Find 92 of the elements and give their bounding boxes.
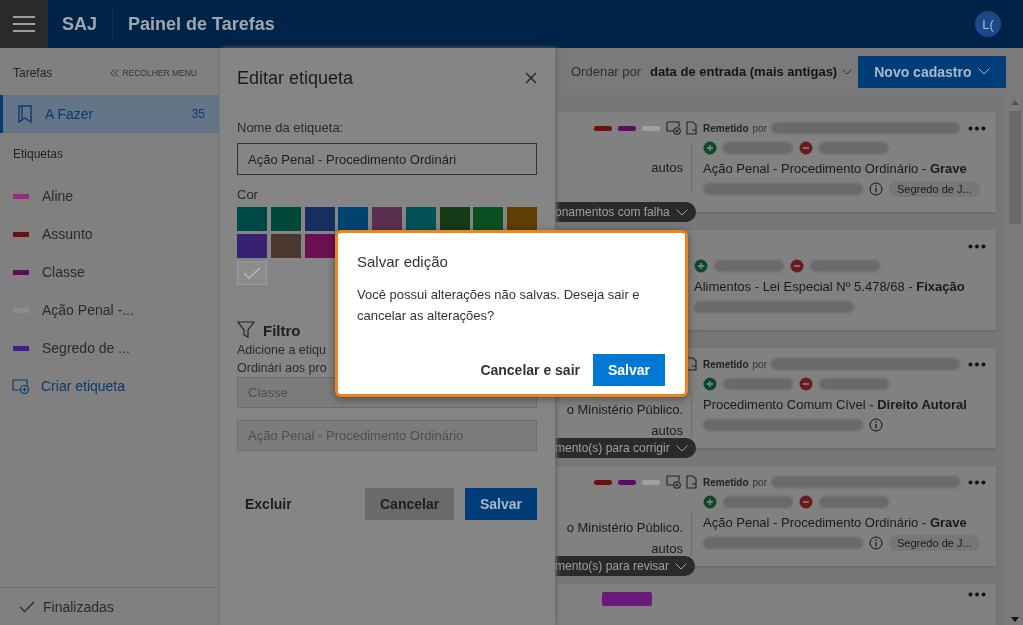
color-swatch[interactable] [270, 234, 301, 258]
sender-by-label: por [752, 358, 767, 370]
task-card[interactable] [555, 584, 996, 625]
sender-label: Remetido [703, 358, 749, 370]
sender-label: Remetido [703, 476, 749, 488]
case-subject: Ação Penal - Procedimento Ordinário - Grave [703, 161, 968, 176]
case-text: o Ministério Público. [566, 402, 683, 417]
color-swatch[interactable] [304, 207, 335, 231]
secrecy-badge: Segredo de J... [889, 535, 980, 551]
panel-title: Editar etiqueta [237, 67, 354, 89]
color-swatch[interactable] [270, 207, 301, 231]
secrecy-badge: Segredo de J... [889, 181, 980, 197]
color-swatch[interactable] [237, 207, 267, 231]
cancel-button[interactable]: Cancelar [365, 488, 454, 520]
case-text: autos [651, 160, 683, 175]
user-avatar[interactable]: L( [975, 11, 1001, 37]
collapse-menu-button[interactable]: RECOLHER MENU [110, 68, 197, 78]
color-swatch[interactable] [338, 207, 369, 231]
sender-label: Remetido [703, 122, 749, 134]
color-swatch[interactable] [237, 261, 267, 285]
chevron-down-icon [675, 208, 688, 216]
case-text: autos [651, 541, 683, 556]
color-swatch[interactable] [304, 234, 335, 258]
scroll-down-icon[interactable] [1010, 617, 1019, 622]
more-icon[interactable] [968, 361, 986, 367]
status-pill[interactable]: mento(s) para revisar [555, 556, 696, 576]
case-subject: Procedimento Comum Cível - Direito Autoral [703, 397, 968, 412]
close-icon[interactable] [525, 72, 537, 84]
color-swatch[interactable] [237, 234, 267, 258]
check-icon [19, 600, 35, 613]
minus-icon [799, 141, 813, 155]
menu-button[interactable] [0, 0, 48, 48]
finished-tasks-item[interactable]: Finalizadas [0, 587, 219, 625]
case-text: autos [651, 423, 683, 438]
more-icon[interactable] [968, 592, 986, 597]
menu-icon [13, 16, 35, 32]
info-icon[interactable] [869, 418, 883, 432]
status-pill[interactable]: onamentos com falha [555, 202, 696, 222]
create-tag-link[interactable]: Criar etiqueta [0, 367, 219, 405]
add-tag-icon [12, 378, 30, 394]
filter-description: Adicione a etiqu [237, 342, 326, 359]
case-text: o Ministério Público. [566, 520, 683, 535]
more-icon[interactable] [968, 243, 986, 249]
info-icon[interactable] [869, 182, 883, 196]
page-title: Painel de Tarefas [128, 13, 275, 35]
sender-by-label: por [752, 476, 767, 488]
plus-icon [694, 259, 708, 273]
tag-list-item[interactable]: Aline [0, 177, 219, 215]
field-label: Nome da etiqueta: [237, 120, 345, 135]
tag-list-item[interactable]: Assunto [0, 215, 219, 253]
info-icon[interactable] [869, 536, 883, 550]
plus-icon [703, 495, 717, 509]
case-subject: Alimentos - Lei Especial Nº 5.478/68 - Fixação [694, 279, 966, 294]
chevron-down-icon [675, 444, 688, 452]
filter-description: Ordinári aos pro [237, 360, 327, 377]
color-swatch[interactable] [372, 207, 402, 231]
delete-button[interactable]: Excluir [237, 496, 300, 512]
new-record-button[interactable]: Novo cadastro [858, 55, 1007, 88]
tag-name-field[interactable]: Ação Penal - Procedimento Ordinári [237, 143, 537, 175]
minus-icon [790, 259, 804, 273]
chevron-down-icon [675, 562, 688, 570]
chevron-down-icon [978, 68, 991, 75]
section-heading: Tarefas [13, 66, 53, 80]
sort-dropdown[interactable]: Ordenar por data de entrada (mais antigas) [565, 63, 859, 80]
status-pill[interactable]: mento(s) para corrigir [555, 438, 696, 458]
more-icon[interactable] [968, 479, 986, 485]
tag-list-item[interactable]: Ação Penal -... [0, 291, 219, 329]
color-swatch[interactable] [439, 207, 470, 231]
app-name: SAJ [62, 13, 97, 35]
double-chevron-icon [110, 69, 120, 77]
case-subject: Ação Penal - Procedimento Ordinário - Grave [703, 515, 968, 530]
section-heading: Etiquetas [12, 146, 65, 163]
tag-list-item[interactable]: Segredo de ... [0, 329, 219, 367]
filter-icon [237, 321, 255, 339]
field-label: Cor [237, 187, 259, 202]
color-swatch[interactable] [507, 207, 537, 231]
task-list-item[interactable]: A Fazer 35 [0, 95, 219, 133]
color-swatch[interactable] [473, 207, 504, 231]
tag-list-item[interactable]: Classe [0, 253, 219, 291]
minus-icon [799, 377, 813, 391]
chevron-down-icon [842, 68, 853, 75]
color-swatch[interactable] [405, 207, 436, 231]
section-title: Filtro [263, 321, 301, 339]
minus-icon [799, 495, 813, 509]
plus-icon [703, 377, 717, 391]
more-icon[interactable] [968, 125, 986, 131]
dialog-title: Salvar edição [357, 253, 449, 270]
save-button[interactable]: Salvar [465, 488, 537, 520]
plus-icon [703, 141, 717, 155]
sender-by-label: por [752, 122, 767, 134]
save-button[interactable]: Salvar [593, 354, 665, 386]
book-icon [17, 105, 33, 123]
